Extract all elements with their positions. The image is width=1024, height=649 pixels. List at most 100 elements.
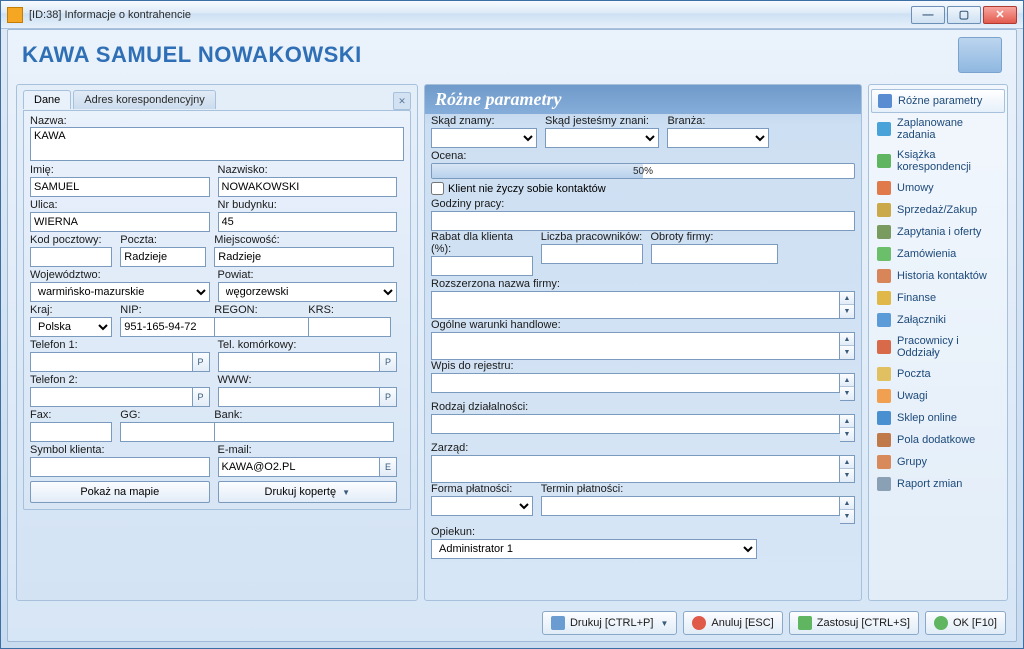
rodzaj-label: Rodzaj działalności: [431, 401, 855, 413]
left-panel: Dane Adres korespondencyjny ✕ Nazwa: KAW… [16, 84, 418, 601]
forma-select[interactable] [431, 496, 533, 516]
form-dane: Nazwa: KAWA Imię: Nazwisko: [23, 110, 411, 510]
cancel-button[interactable]: Anuluj [ESC] [683, 611, 782, 635]
zarzad-label: Zarząd: [431, 442, 855, 454]
tel2-input[interactable] [30, 387, 193, 407]
sidebar-item-historia[interactable]: Historia kontaktów [871, 265, 1005, 287]
sidebar-item-pracownicy[interactable]: Pracownicy i Oddziały [871, 331, 1005, 363]
zarzad-spin[interactable]: ▲▼ [840, 455, 855, 483]
mid-panel: Różne parametry Skąd znamy: Skąd jesteśm… [424, 84, 862, 601]
fax-input[interactable] [30, 422, 112, 442]
sidebar-item-poczta[interactable]: Poczta [871, 363, 1005, 385]
rodzaj-spin[interactable]: ▲▼ [840, 414, 855, 442]
symbol-input[interactable] [30, 457, 210, 477]
tel1-dial-button[interactable]: P [192, 352, 210, 372]
nrbud-input[interactable] [218, 212, 398, 232]
sidebar-item-zalaczniki[interactable]: Załączniki [871, 309, 1005, 331]
opiekun-select[interactable]: Administrator 1 [431, 539, 757, 559]
kraj-select[interactable]: Polska [30, 317, 112, 337]
rozsz-input[interactable] [431, 291, 840, 319]
tel1-label: Telefon 1: [30, 339, 210, 351]
godz-input[interactable] [431, 211, 855, 231]
tel2-dial-button[interactable]: P [192, 387, 210, 407]
gg-label: GG: [120, 409, 206, 421]
branza-select[interactable] [667, 128, 769, 148]
telk-input[interactable] [218, 352, 381, 372]
calendar-icon [877, 122, 891, 136]
ok-button[interactable]: OK [F10] [925, 611, 1006, 635]
tab-dane[interactable]: Dane [23, 90, 71, 109]
sidebar-item-uwagi[interactable]: Uwagi [871, 385, 1005, 407]
rodzaj-input[interactable] [431, 414, 840, 434]
print-envelope-button[interactable]: Drukuj kopertę▼ [218, 481, 398, 503]
kod-input[interactable] [30, 247, 112, 267]
rabat-input[interactable] [431, 256, 533, 276]
cart-icon [877, 203, 891, 217]
ocena-progress[interactable]: 50% [431, 163, 855, 179]
termin-input[interactable] [541, 496, 840, 516]
history-icon [877, 269, 891, 283]
skad-select[interactable] [431, 128, 537, 148]
sidebar-item-zapytania[interactable]: Zapytania i oferty [871, 221, 1005, 243]
obroty-input[interactable] [651, 244, 778, 264]
nazwa-label: Nazwa: [30, 115, 67, 127]
wpis-spin[interactable]: ▲▼ [840, 373, 855, 401]
telk-label: Tel. komórkowy: [218, 339, 398, 351]
poczta-input[interactable] [120, 247, 206, 267]
miejsc-input[interactable] [214, 247, 394, 267]
sidebar-item-zaplanowane[interactable]: Zaplanowane zadania [871, 113, 1005, 145]
apply-button[interactable]: Zastosuj [CTRL+S] [789, 611, 919, 635]
godz-label: Godziny pracy: [431, 198, 855, 210]
sidebar-item-rozne[interactable]: Różne parametry [871, 89, 1005, 113]
email-input[interactable] [218, 457, 381, 477]
sidebar-item-sklep[interactable]: Sklep online [871, 407, 1005, 429]
minimize-button[interactable]: — [911, 6, 945, 24]
group-icon [877, 455, 891, 469]
nazwisko-input[interactable] [218, 177, 398, 197]
pow-label: Powiat: [218, 269, 398, 281]
rozsz-spin[interactable]: ▲▼ [840, 291, 855, 319]
shop-icon [877, 411, 891, 425]
email-button[interactable]: E [379, 457, 397, 477]
nocontact-checkbox[interactable] [431, 182, 444, 195]
sidebar-item-pola[interactable]: Pola dodatkowe [871, 429, 1005, 451]
ogolne-spin[interactable]: ▲▼ [840, 332, 855, 360]
pow-select[interactable]: węgorzewski [218, 282, 398, 302]
sidebar-item-raport[interactable]: Raport zmian [871, 473, 1005, 495]
skadj-select[interactable] [545, 128, 659, 148]
liczba-input[interactable] [541, 244, 643, 264]
check-icon [934, 616, 948, 630]
tab-close-icon[interactable]: ✕ [393, 92, 411, 110]
print-button[interactable]: Drukuj [CTRL+P]▼ [542, 611, 677, 635]
imie-input[interactable] [30, 177, 210, 197]
sidebar-item-umowy[interactable]: Umowy [871, 177, 1005, 199]
termin-spin[interactable]: ▲▼ [840, 496, 855, 524]
ogolne-input[interactable] [431, 332, 840, 360]
maximize-button[interactable]: ▢ [947, 6, 981, 24]
telk-dial-button[interactable]: P [379, 352, 397, 372]
www-open-button[interactable]: P [379, 387, 397, 407]
show-on-map-button[interactable]: Pokaż na mapie [30, 481, 210, 503]
bank-input[interactable] [214, 422, 394, 442]
nazwa-input[interactable]: KAWA [30, 127, 404, 161]
close-button[interactable]: ✕ [983, 6, 1017, 24]
zarzad-input[interactable] [431, 455, 840, 483]
sidebar-item-sprzedaz[interactable]: Sprzedaż/Zakup [871, 199, 1005, 221]
nazwisko-label: Nazwisko: [218, 164, 398, 176]
wpis-input[interactable] [431, 373, 840, 393]
sidebar-item-finanse[interactable]: Finanse [871, 287, 1005, 309]
forma-label: Forma płatności: [431, 483, 533, 495]
www-input[interactable] [218, 387, 381, 407]
bottom-bar: Drukuj [CTRL+P]▼ Anuluj [ESC] Zastosuj [… [18, 611, 1006, 635]
apply-icon [798, 616, 812, 630]
tel1-input[interactable] [30, 352, 193, 372]
woj-select[interactable]: warmińsko-mazurskie [30, 282, 210, 302]
sidebar-item-zamowienia[interactable]: Zamówienia [871, 243, 1005, 265]
nip-label: NIP: [120, 304, 206, 316]
sidebar-item-grupy[interactable]: Grupy [871, 451, 1005, 473]
krs-input[interactable] [308, 317, 390, 337]
ulica-input[interactable] [30, 212, 210, 232]
imie-label: Imię: [30, 164, 210, 176]
sidebar-item-ksiazka[interactable]: Książka korespondencji [871, 145, 1005, 177]
tab-adres[interactable]: Adres korespondencyjny [73, 90, 215, 109]
